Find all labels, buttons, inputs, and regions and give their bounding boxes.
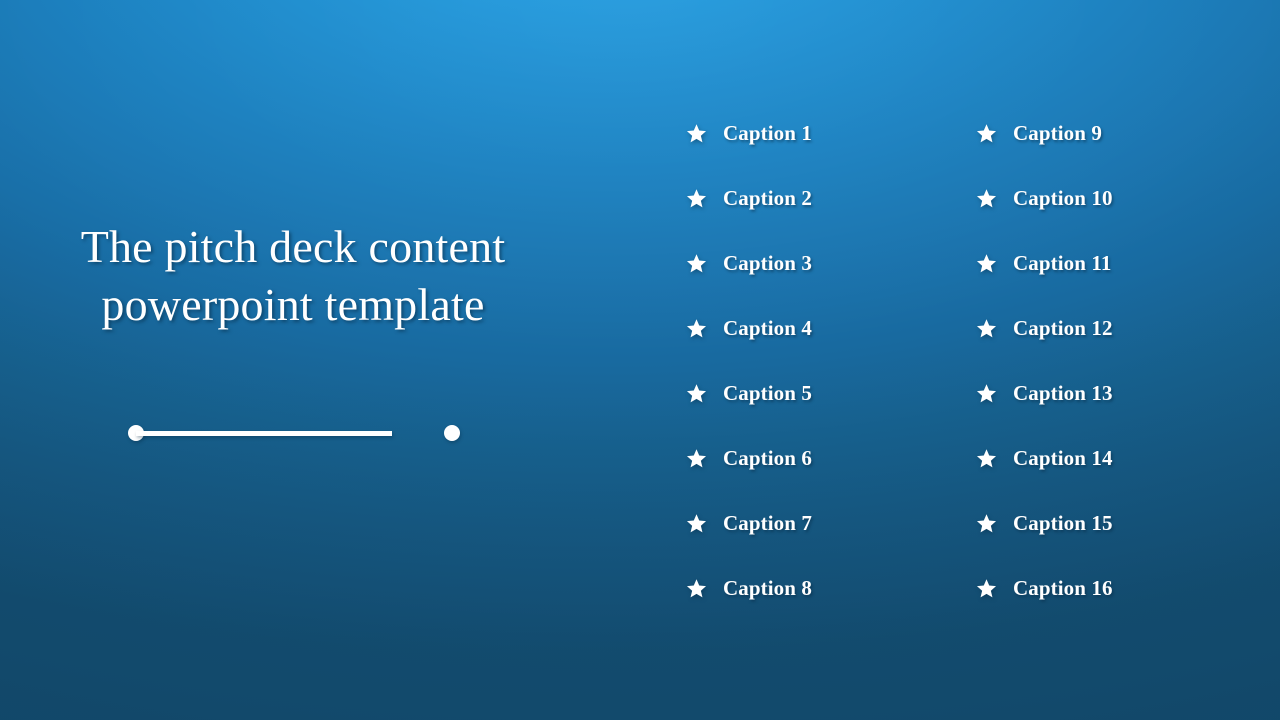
list-item-label: Caption 9 [1013,120,1103,145]
list-item[interactable]: Caption 9 [976,119,1113,147]
list-item-label: Caption 15 [1013,510,1113,535]
list-item[interactable]: Caption 2 [686,184,812,212]
list-item-label: Caption 8 [723,575,813,600]
list-item[interactable]: Caption 1 [686,119,812,147]
list-item[interactable]: Caption 16 [976,574,1113,602]
list-item-label: Caption 4 [723,315,813,340]
caption-list: Caption 1 Caption 2 Caption 3 Caption 4 … [0,0,1280,720]
list-item[interactable]: Caption 5 [686,379,812,407]
star-icon [976,513,997,534]
star-icon [976,578,997,599]
list-item-label: Caption 3 [723,250,813,275]
list-item-label: Caption 13 [1013,380,1113,405]
list-item[interactable]: Caption 8 [686,574,812,602]
list-item-label: Caption 11 [1013,250,1112,275]
star-icon [976,318,997,339]
list-item[interactable]: Caption 14 [976,444,1113,472]
list-item-label: Caption 6 [723,445,813,470]
star-icon [686,448,707,469]
list-item-label: Caption 16 [1013,575,1113,600]
list-item-label: Caption 1 [723,120,813,145]
star-icon [976,253,997,274]
list-item[interactable]: Caption 15 [976,509,1113,537]
presentation-slide: The pitch deck content powerpoint templa… [0,0,1280,720]
star-icon [686,253,707,274]
star-icon [976,383,997,404]
list-item-label: Caption 10 [1013,185,1113,210]
list-item[interactable]: Caption 10 [976,184,1113,212]
star-icon [686,318,707,339]
star-icon [686,383,707,404]
list-item-label: Caption 2 [723,185,813,210]
list-item-label: Caption 14 [1013,445,1113,470]
list-item-label: Caption 5 [723,380,813,405]
list-item[interactable]: Caption 11 [976,249,1113,277]
star-icon [686,513,707,534]
caption-column-right: Caption 9 Caption 10 Caption 11 Caption … [976,119,1113,602]
list-item[interactable]: Caption 6 [686,444,812,472]
list-item-label: Caption 7 [723,510,813,535]
list-item[interactable]: Caption 4 [686,314,812,342]
list-item[interactable]: Caption 12 [976,314,1113,342]
list-item[interactable]: Caption 13 [976,379,1113,407]
list-item[interactable]: Caption 7 [686,509,812,537]
star-icon [976,123,997,144]
star-icon [686,578,707,599]
star-icon [976,188,997,209]
caption-column-left: Caption 1 Caption 2 Caption 3 Caption 4 … [686,119,812,602]
star-icon [686,123,707,144]
star-icon [976,448,997,469]
list-item-label: Caption 12 [1013,315,1113,340]
star-icon [686,188,707,209]
list-item[interactable]: Caption 3 [686,249,812,277]
